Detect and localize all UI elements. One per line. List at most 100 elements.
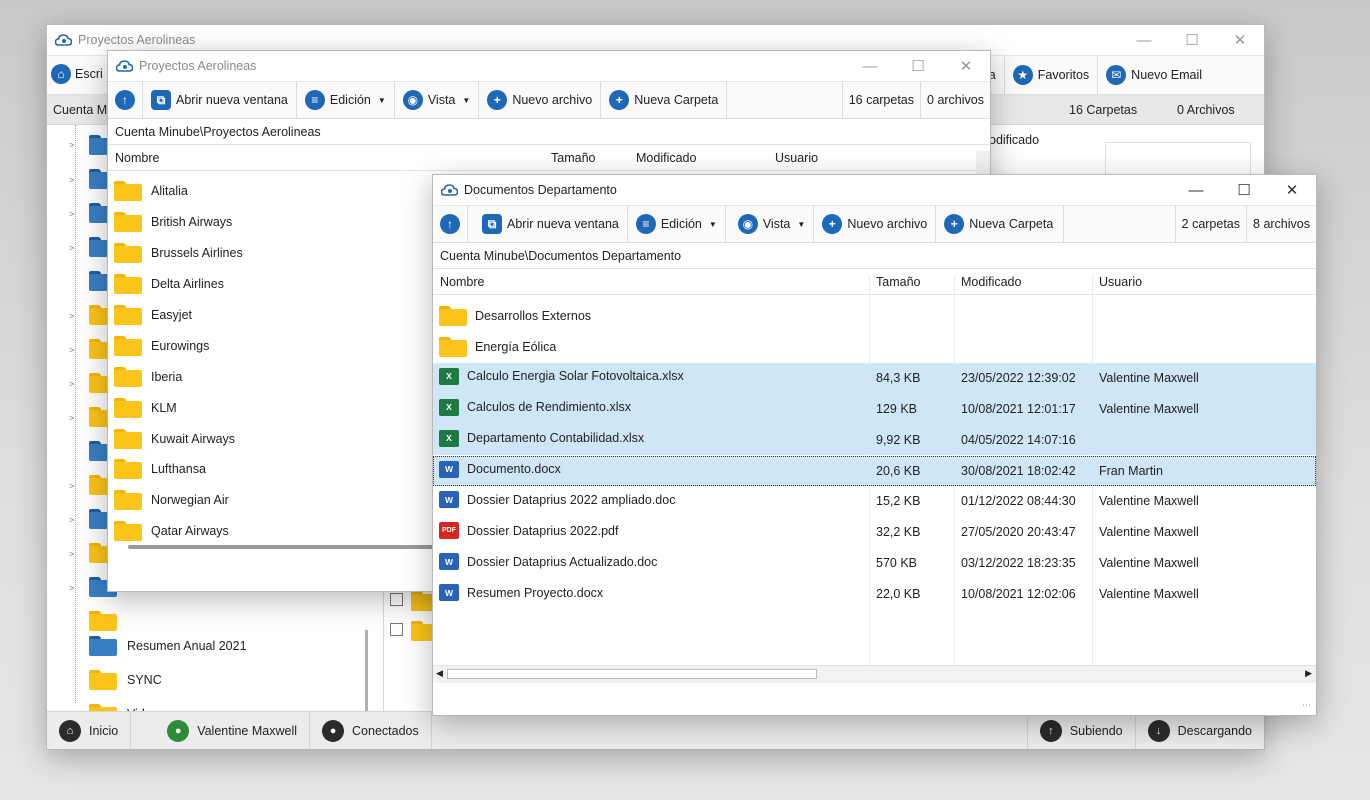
go-up-button[interactable]: ↑ [433, 206, 468, 242]
breadcrumb: Cuenta Minube\Documentos Departamento [433, 243, 1316, 269]
size-column-header[interactable]: Tamaño [551, 151, 595, 165]
file-size: 20,6 KB [876, 463, 921, 478]
folder-name: Delta Airlines [151, 277, 224, 292]
favorites-button[interactable]: ★ Favoritos [1005, 56, 1099, 94]
new-folder-button[interactable]: + Nueva Carpeta [936, 206, 1065, 242]
open-new-window-button[interactable]: ⧉ Abrir nueva ventana [143, 82, 297, 118]
folder-icon [114, 366, 142, 387]
resize-grip-icon[interactable]: ⋯ [1302, 700, 1311, 711]
expand-arrow-icon[interactable]: > [69, 549, 74, 559]
user-column-header[interactable]: Usuario [1099, 275, 1142, 289]
tree-item-sync[interactable]: SYNC [89, 665, 162, 695]
table-row[interactable]: W Dossier Dataprius 2022 ampliado.doc 15,2… [433, 486, 1316, 517]
chevron-down-icon: ▼ [797, 219, 806, 229]
modified-column-header[interactable]: odificado [989, 133, 1039, 147]
go-up-button[interactable]: ↑ [108, 82, 143, 118]
plus-icon: + [609, 90, 630, 110]
expand-arrow-icon[interactable]: > [69, 413, 74, 423]
size-column-header[interactable]: Tamaño [876, 275, 920, 289]
expand-arrow-icon[interactable]: > [69, 311, 74, 321]
maximize-button[interactable]: ☐ [1168, 25, 1216, 55]
horizontal-scrollbar[interactable]: ◀ ▶ [433, 665, 1316, 683]
scroll-left-icon[interactable]: ◀ [436, 668, 443, 679]
minimize-button[interactable]: — [1120, 25, 1168, 55]
new-file-button[interactable]: + Nuevo archivo [479, 82, 602, 118]
home-status-button[interactable]: ⌂ Inicio [47, 712, 132, 749]
open-new-window-button[interactable]: ⧉ Abrir nueva ventana [468, 206, 628, 242]
name-column-header[interactable]: Nombre [115, 151, 159, 165]
modified-column-header[interactable]: Modificado [636, 151, 696, 165]
edit-menu-button[interactable]: ≡ Edición ▼ [628, 206, 726, 242]
close-button[interactable]: ✕ [1216, 25, 1264, 55]
file-modified: 10/08/2021 12:01:17 [961, 401, 1076, 416]
tree-item-resumen-anual[interactable]: Resumen Anual 2021 [89, 631, 247, 661]
expand-arrow-icon[interactable]: > [69, 379, 74, 389]
folder-name: Alitalia [151, 184, 188, 199]
horizontal-scrollbar[interactable] [128, 545, 438, 549]
close-button[interactable]: ✕ [1268, 175, 1316, 205]
view-menu-button[interactable]: ◉ Vista ▼ [726, 206, 815, 242]
expand-arrow-icon[interactable]: > [69, 209, 74, 219]
expand-arrow-icon[interactable]: > [69, 140, 74, 150]
documentos-titlebar[interactable]: Documentos Departamento — ☐ ✕ [433, 175, 1316, 205]
name-column-header[interactable]: Nombre [440, 275, 484, 289]
table-row[interactable]: X Calculo Energia Solar Fotovoltaica.xlsx… [433, 362, 1316, 394]
user-status[interactable]: ● Valentine Maxwell [131, 712, 311, 749]
email-icon: ✉ [1106, 65, 1127, 85]
view-menu-button[interactable]: ◉ Vista ▼ [395, 82, 480, 118]
connected-users-icon: ● [322, 719, 345, 742]
expand-arrow-icon[interactable]: > [69, 481, 74, 491]
folder-name: Brussels Airlines [151, 246, 243, 261]
user-column-header[interactable]: Usuario [775, 151, 818, 165]
maximize-button[interactable]: ☐ [1220, 175, 1268, 205]
file-modified: 04/05/2022 14:07:16 [961, 432, 1076, 447]
new-email-button[interactable]: ✉ Nuevo Email [1098, 56, 1210, 94]
expand-arrow-icon[interactable]: > [69, 175, 74, 185]
minimize-button[interactable]: — [846, 51, 894, 81]
folder-name: Easyjet [151, 308, 192, 322]
table-row[interactable]: Desarrollos Externos [433, 301, 1316, 332]
tree-scrollbar[interactable] [365, 630, 368, 720]
downloading-status[interactable]: ↓ Descargando [1136, 712, 1264, 749]
file-name: Documento.docx [467, 462, 561, 476]
scroll-thumb[interactable] [447, 669, 817, 679]
folder-count: 16 Carpetas [1069, 103, 1138, 117]
folder-icon [114, 243, 142, 264]
expand-arrow-icon[interactable]: > [69, 345, 74, 355]
uploading-status[interactable]: ↑ Subiendo [1026, 712, 1136, 749]
upload-icon: ↑ [1039, 719, 1062, 742]
modified-column-header[interactable]: Modificado [961, 275, 1021, 289]
table-row[interactable]: X Calculos de Rendimiento.xlsx 129 KB 10/08… [433, 393, 1316, 425]
edit-menu-button[interactable]: ≡ Edición ▼ [297, 82, 395, 118]
file-name: Departamento Contabilidad.xlsx [467, 431, 645, 446]
expand-arrow-icon[interactable]: > [69, 243, 74, 253]
folder-count: 2 carpetas [1174, 206, 1246, 242]
table-row[interactable]: W Documento.docx 20,6 KB 30/08/2021 18:02:4… [433, 455, 1316, 487]
vertical-scrollbar[interactable] [976, 151, 990, 176]
documentos-window[interactable]: Documentos Departamento — ☐ ✕ ↑ ⧉ Abrir … [432, 174, 1317, 716]
file-user: Valentine Maxwell [1099, 370, 1199, 385]
scroll-right-icon[interactable]: ▶ [1305, 668, 1312, 679]
home-tool-button[interactable]: ⌂ Escri [51, 64, 103, 84]
home-icon: ⌂ [59, 719, 81, 742]
excel-file-icon: X [439, 429, 459, 447]
table-row[interactable]: PDF Dossier Dataprius 2022.pdf 32,2 KB 27/0… [433, 517, 1316, 548]
new-folder-button[interactable]: + Nueva Carpeta [601, 82, 728, 118]
row-checkbox[interactable] [390, 593, 403, 606]
breadcrumb: Cuenta Minube\Proyectos Aerolineas [108, 119, 990, 145]
maximize-button[interactable]: ☐ [894, 51, 942, 81]
connected-status[interactable]: ● Conectados [310, 712, 432, 749]
table-row[interactable]: W Resumen Proyecto.docx 22,0 KB 10/08/2021 … [433, 579, 1316, 610]
new-file-button[interactable]: + Nuevo archivo [814, 206, 937, 242]
expand-arrow-icon[interactable]: > [69, 515, 74, 525]
aerolineas-titlebar[interactable]: Proyectos Aerolineas — ☐ ✕ [108, 51, 990, 81]
close-button[interactable]: ✕ [942, 51, 990, 81]
new-window-icon: ⧉ [151, 90, 171, 110]
minimize-button[interactable]: — [1172, 175, 1220, 205]
table-row[interactable]: W Dossier Dataprius Actualizado.doc 570 KB… [433, 548, 1316, 579]
expand-arrow-icon[interactable]: > [69, 583, 74, 593]
table-row[interactable]: X Departamento Contabilidad.xlsx 9,92 KB 04… [433, 424, 1316, 456]
row-checkbox[interactable] [390, 623, 403, 636]
chevron-down-icon: ▼ [462, 95, 471, 105]
table-row[interactable]: Energía Eólica [433, 332, 1316, 363]
